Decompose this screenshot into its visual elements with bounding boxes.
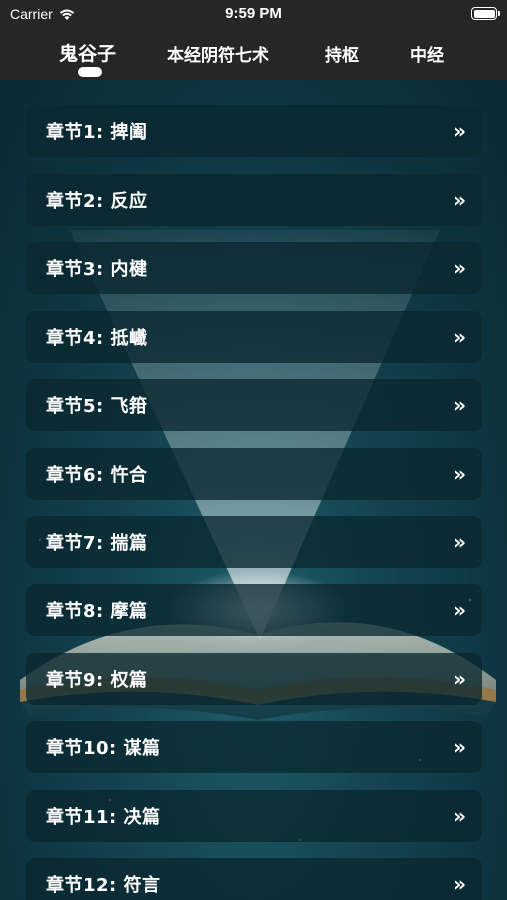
chapter-label: 章节7: 揣篇 [46, 533, 148, 554]
tab-zhongjing[interactable]: 中经 [410, 41, 444, 66]
chapter-label: 章节6: 忤合 [46, 465, 148, 486]
chapter-row[interactable]: 章节1: 捭阖 » [26, 105, 482, 157]
chapter-row[interactable]: 章节7: 揣篇 » [26, 516, 482, 568]
selected-tab-indicator [78, 67, 102, 77]
chapter-label: 章节11: 决篇 [46, 807, 161, 828]
double-chevron-right-icon: » [453, 325, 466, 349]
double-chevron-right-icon: » [453, 804, 466, 828]
chapter-label: 章节4: 抵巇 [46, 328, 148, 349]
chapter-label: 章节10: 谋篇 [46, 738, 161, 759]
status-time: 9:59 PM [225, 5, 282, 22]
chapter-label: 章节5: 飞箝 [46, 396, 148, 417]
chapter-row[interactable]: 章节10: 谋篇 » [26, 721, 482, 773]
double-chevron-right-icon: » [453, 598, 466, 622]
chapter-label: 章节9: 权篇 [46, 670, 148, 691]
chapter-row[interactable]: 章节6: 忤合 » [26, 448, 482, 500]
double-chevron-right-icon: » [453, 872, 466, 896]
chapter-label: 章节1: 捭阖 [46, 122, 148, 143]
chapter-row[interactable]: 章节9: 权篇 » [26, 653, 482, 705]
chapter-label: 章节3: 内楗 [46, 259, 148, 280]
tab-benjing-yinfu-qishu[interactable]: 本经阴符七术 [167, 41, 269, 66]
chapter-label: 章节12: 符言 [46, 875, 161, 896]
double-chevron-right-icon: » [453, 188, 466, 212]
chapter-label: 章节2: 反应 [46, 191, 148, 212]
battery-icon [471, 7, 500, 20]
chapter-row[interactable]: 章节8: 摩篇 » [26, 584, 482, 636]
double-chevron-right-icon: » [453, 119, 466, 143]
tab-chishu[interactable]: 持枢 [325, 41, 359, 66]
chapter-row[interactable]: 章节11: 决篇 » [26, 790, 482, 842]
chapter-row[interactable]: 章节12: 符言 » [26, 858, 482, 900]
double-chevron-right-icon: » [453, 393, 466, 417]
chapter-row[interactable]: 章节3: 内楗 » [26, 242, 482, 294]
app-screen: Carrier 9:59 PM 鬼谷子 本经阴符七术 持枢 中经 章节1: 捭阖… [0, 0, 507, 900]
double-chevron-right-icon: » [453, 462, 466, 486]
double-chevron-right-icon: » [453, 256, 466, 280]
chapter-row[interactable]: 章节2: 反应 » [26, 174, 482, 226]
double-chevron-right-icon: » [453, 735, 466, 759]
chapter-row[interactable]: 章节5: 飞箝 » [26, 379, 482, 431]
double-chevron-right-icon: » [453, 667, 466, 691]
double-chevron-right-icon: » [453, 530, 466, 554]
tab-guiguzi[interactable]: 鬼谷子 [59, 39, 116, 66]
top-bar: Carrier 9:59 PM 鬼谷子 本经阴符七术 持枢 中经 [0, 0, 507, 80]
tab-bar: 鬼谷子 本经阴符七术 持枢 中经 [0, 36, 507, 77]
chapter-row[interactable]: 章节4: 抵巇 » [26, 311, 482, 363]
chapter-label: 章节8: 摩篇 [46, 601, 148, 622]
status-bar: Carrier 9:59 PM [0, 0, 507, 28]
